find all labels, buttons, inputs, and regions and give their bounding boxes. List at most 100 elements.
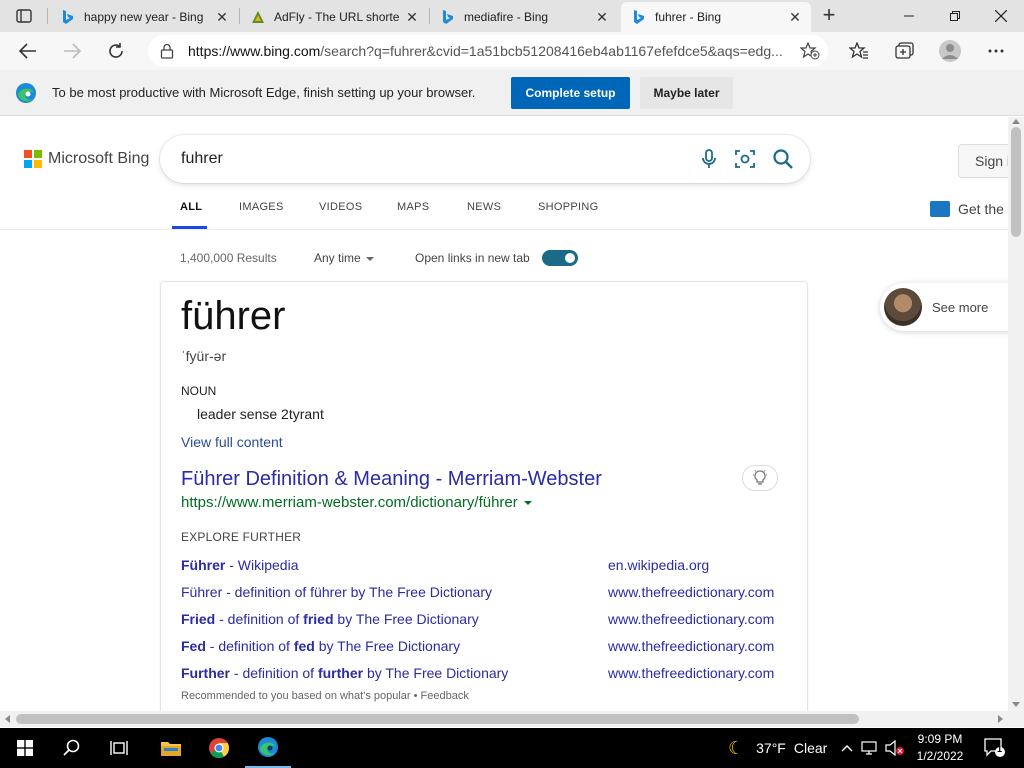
settings-menu-button[interactable] (984, 39, 1008, 63)
weather-temperature: 37°F (756, 740, 786, 756)
scroll-right-icon[interactable] (998, 715, 1003, 723)
bing-logo[interactable]: Microsoft Bing (24, 150, 149, 168)
collections-button[interactable] (893, 39, 917, 63)
tab-actions-menu-button[interactable] (10, 6, 38, 26)
vertical-scroll-thumb[interactable] (1011, 127, 1021, 237)
moon-icon: ☾ (728, 737, 745, 758)
file-explorer-button[interactable] (149, 728, 193, 768)
lock-icon[interactable] (160, 43, 174, 59)
scope-all[interactable]: ALL (180, 201, 202, 213)
scope-news[interactable]: NEWS (467, 201, 501, 213)
complete-setup-button[interactable]: Complete setup (511, 77, 630, 109)
address-bar[interactable]: https://www.bing.com/search?q=fuhrer&cvi… (148, 35, 828, 67)
explore-link[interactable]: Fried - definition of fried by The Free … (181, 611, 479, 627)
task-view-button[interactable] (97, 728, 141, 768)
search-icon[interactable] (772, 148, 794, 170)
explore-row[interactable]: Fed - definition of fed by The Free Dict… (181, 638, 791, 658)
explore-site[interactable]: www.thefreedictionary.com (608, 584, 774, 600)
open-links-toggle[interactable] (542, 250, 578, 266)
close-window-button[interactable] (978, 0, 1024, 32)
back-button[interactable] (13, 36, 43, 66)
edge-taskbar-button[interactable] (245, 728, 291, 768)
get-the-app-link[interactable]: Get the (930, 201, 1004, 217)
search-input[interactable]: fuhrer (181, 150, 223, 168)
person-thumbnail (884, 288, 922, 326)
refresh-button[interactable] (101, 36, 131, 66)
explore-row[interactable]: Führer - definition of führer by The Fre… (181, 584, 791, 604)
hidden-icons-button[interactable] (838, 728, 856, 768)
avatar-icon (939, 40, 961, 62)
network-button[interactable] (860, 728, 880, 768)
profile-button[interactable] (938, 39, 962, 63)
url-path: /search?q=fuhrer&cvid=1a51bcb51208416eb4… (320, 43, 783, 59)
view-full-content-link[interactable]: View full content (181, 434, 283, 450)
scroll-up-icon[interactable] (1012, 119, 1020, 124)
time-filter-dropdown[interactable]: Any time (314, 251, 374, 265)
explore-row[interactable]: Fried - definition of fried by The Free … (181, 611, 791, 631)
start-button[interactable] (2, 728, 48, 768)
close-tab-icon[interactable]: ✕ (402, 7, 422, 27)
explore-row[interactable]: Further - definition of further by The F… (181, 665, 791, 685)
toggle-knob (565, 253, 575, 263)
url-text[interactable]: https://www.bing.com/search?q=fuhrer&cvi… (188, 43, 798, 59)
close-tab-icon[interactable]: ✕ (785, 7, 805, 27)
explore-row[interactable]: Führer - Wikipedia en.wikipedia.org (181, 557, 791, 577)
visual-search-icon[interactable] (734, 148, 756, 170)
volume-muted-icon (885, 740, 904, 756)
action-center-button[interactable]: 1 (980, 728, 1010, 768)
forward-button[interactable] (57, 36, 87, 66)
scope-videos[interactable]: VIDEOS (319, 201, 362, 213)
explore-link[interactable]: Führer - definition of führer by The Fre… (181, 584, 492, 600)
task-view-icon (110, 741, 128, 755)
scroll-left-icon[interactable] (5, 715, 10, 723)
explore-link[interactable]: Further - definition of further by The F… (181, 665, 508, 681)
explore-link[interactable]: Fed - definition of fed by The Free Dict… (181, 638, 460, 654)
chrome-button[interactable] (197, 728, 241, 768)
horizontal-scrollbar[interactable] (0, 711, 1008, 727)
sign-in-button[interactable]: Sign i (958, 144, 1008, 178)
result-url[interactable]: https://www.merriam-webster.com/dictiona… (181, 494, 532, 511)
scope-maps[interactable]: MAPS (397, 201, 429, 213)
microsoft-logo-icon (24, 150, 42, 168)
new-tab-button[interactable]: + (818, 4, 840, 27)
add-favorite-icon[interactable] (800, 42, 820, 60)
microphone-icon[interactable] (698, 148, 720, 170)
tab-title: happy new year - Bing (84, 10, 204, 24)
tab-adfly[interactable]: AdFly - The URL shorte ✕ (240, 2, 428, 32)
tab-title: mediafire - Bing (464, 10, 549, 24)
close-tab-icon[interactable]: ✕ (212, 7, 232, 27)
adfly-icon (250, 9, 266, 25)
lightbulb-button[interactable] (742, 465, 778, 491)
restore-button[interactable] (932, 0, 978, 32)
scroll-down-icon[interactable] (1012, 702, 1020, 707)
explore-site[interactable]: en.wikipedia.org (608, 557, 709, 573)
tab-mediafire[interactable]: mediafire - Bing ✕ (430, 2, 618, 32)
system-clock[interactable]: 9:09 PM 1/2/2022 (910, 731, 970, 765)
explore-site[interactable]: www.thefreedictionary.com (608, 638, 774, 654)
see-more-panel[interactable]: See more (880, 283, 1008, 331)
tab-happy-new-year[interactable]: happy new year - Bing ✕ (50, 2, 238, 32)
clock-date: 1/2/2022 (916, 749, 964, 763)
scope-shopping[interactable]: SHOPPING (538, 201, 598, 213)
weather-widget[interactable]: ☾ 37°F Clear (728, 728, 827, 768)
result-title-link[interactable]: Führer Definition & Meaning - Merriam-We… (181, 468, 602, 491)
favorites-button[interactable] (847, 39, 871, 63)
search-taskbar-button[interactable] (50, 728, 94, 768)
scope-images[interactable]: IMAGES (239, 201, 284, 213)
vertical-scrollbar[interactable] (1008, 117, 1024, 711)
minimize-button[interactable] (886, 0, 932, 32)
explore-site[interactable]: www.thefreedictionary.com (608, 611, 774, 627)
tab-fuhrer[interactable]: fuhrer - Bing ✕ (621, 2, 811, 32)
maybe-later-button[interactable]: Maybe later (640, 77, 733, 109)
explore-link[interactable]: Führer - Wikipedia (181, 557, 298, 573)
chevron-down-icon[interactable] (523, 501, 532, 506)
header-divider (0, 229, 1008, 230)
restore-icon (950, 11, 960, 21)
open-links-label: Open links in new tab (415, 251, 530, 265)
search-box[interactable]: fuhrer (160, 135, 810, 183)
horizontal-scroll-thumb[interactable] (16, 714, 859, 724)
volume-button[interactable] (884, 728, 906, 768)
close-tab-icon[interactable]: ✕ (592, 7, 612, 27)
bing-logo-text: Microsoft Bing (48, 150, 150, 167)
explore-site[interactable]: www.thefreedictionary.com (608, 665, 774, 681)
